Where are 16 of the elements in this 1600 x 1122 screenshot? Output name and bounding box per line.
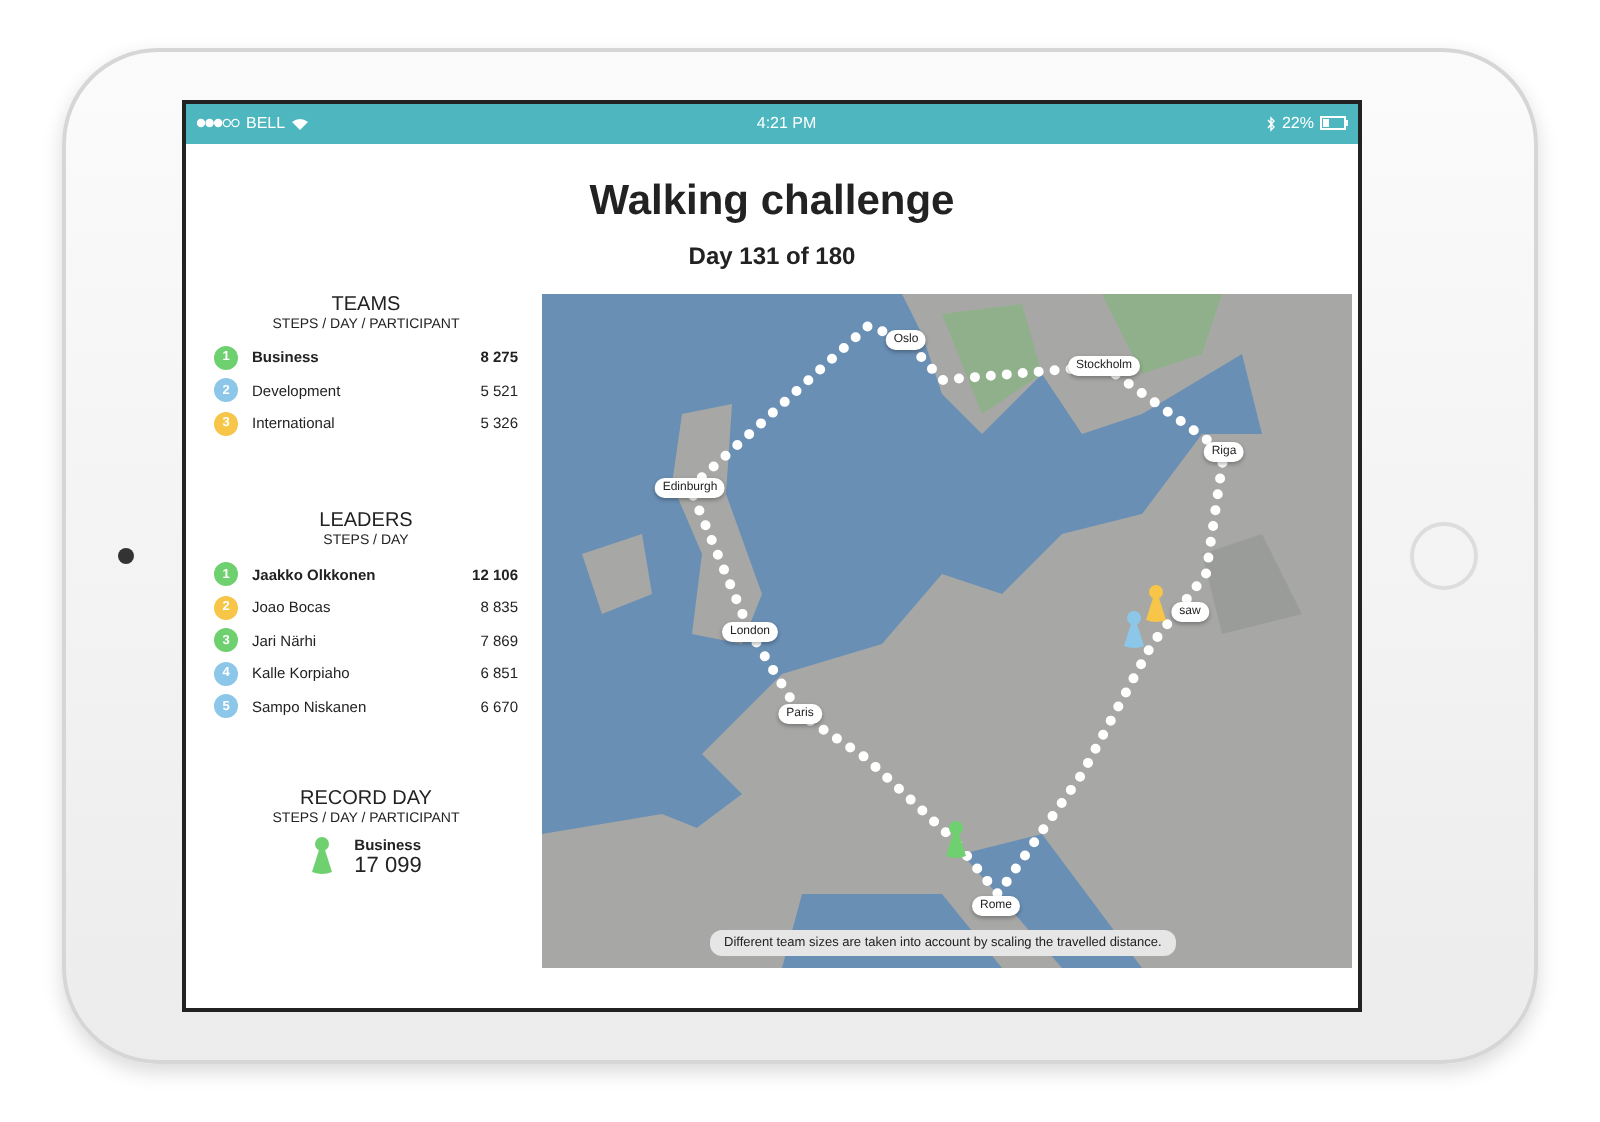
home-button[interactable] (1410, 521, 1478, 589)
carrier-name: BELL (246, 114, 286, 132)
bluetooth-icon (1265, 115, 1276, 131)
signal-icon (196, 118, 240, 128)
wifi-icon (291, 117, 308, 129)
section-title: TEAMS (329, 293, 403, 315)
camera-icon (118, 547, 134, 563)
page-title: Walking challenge (587, 177, 957, 225)
battery-icon (1319, 116, 1348, 130)
day-counter: Day 131 of 180 (686, 241, 858, 269)
pawn-icon (310, 836, 335, 876)
battery-percent: 22% (1281, 114, 1314, 132)
section-title: RECORD DAY (298, 787, 434, 809)
clock-time: 4:21 PM (756, 114, 817, 132)
record-value: 17 099 (354, 853, 422, 877)
section-title: LEADERS (317, 510, 415, 532)
